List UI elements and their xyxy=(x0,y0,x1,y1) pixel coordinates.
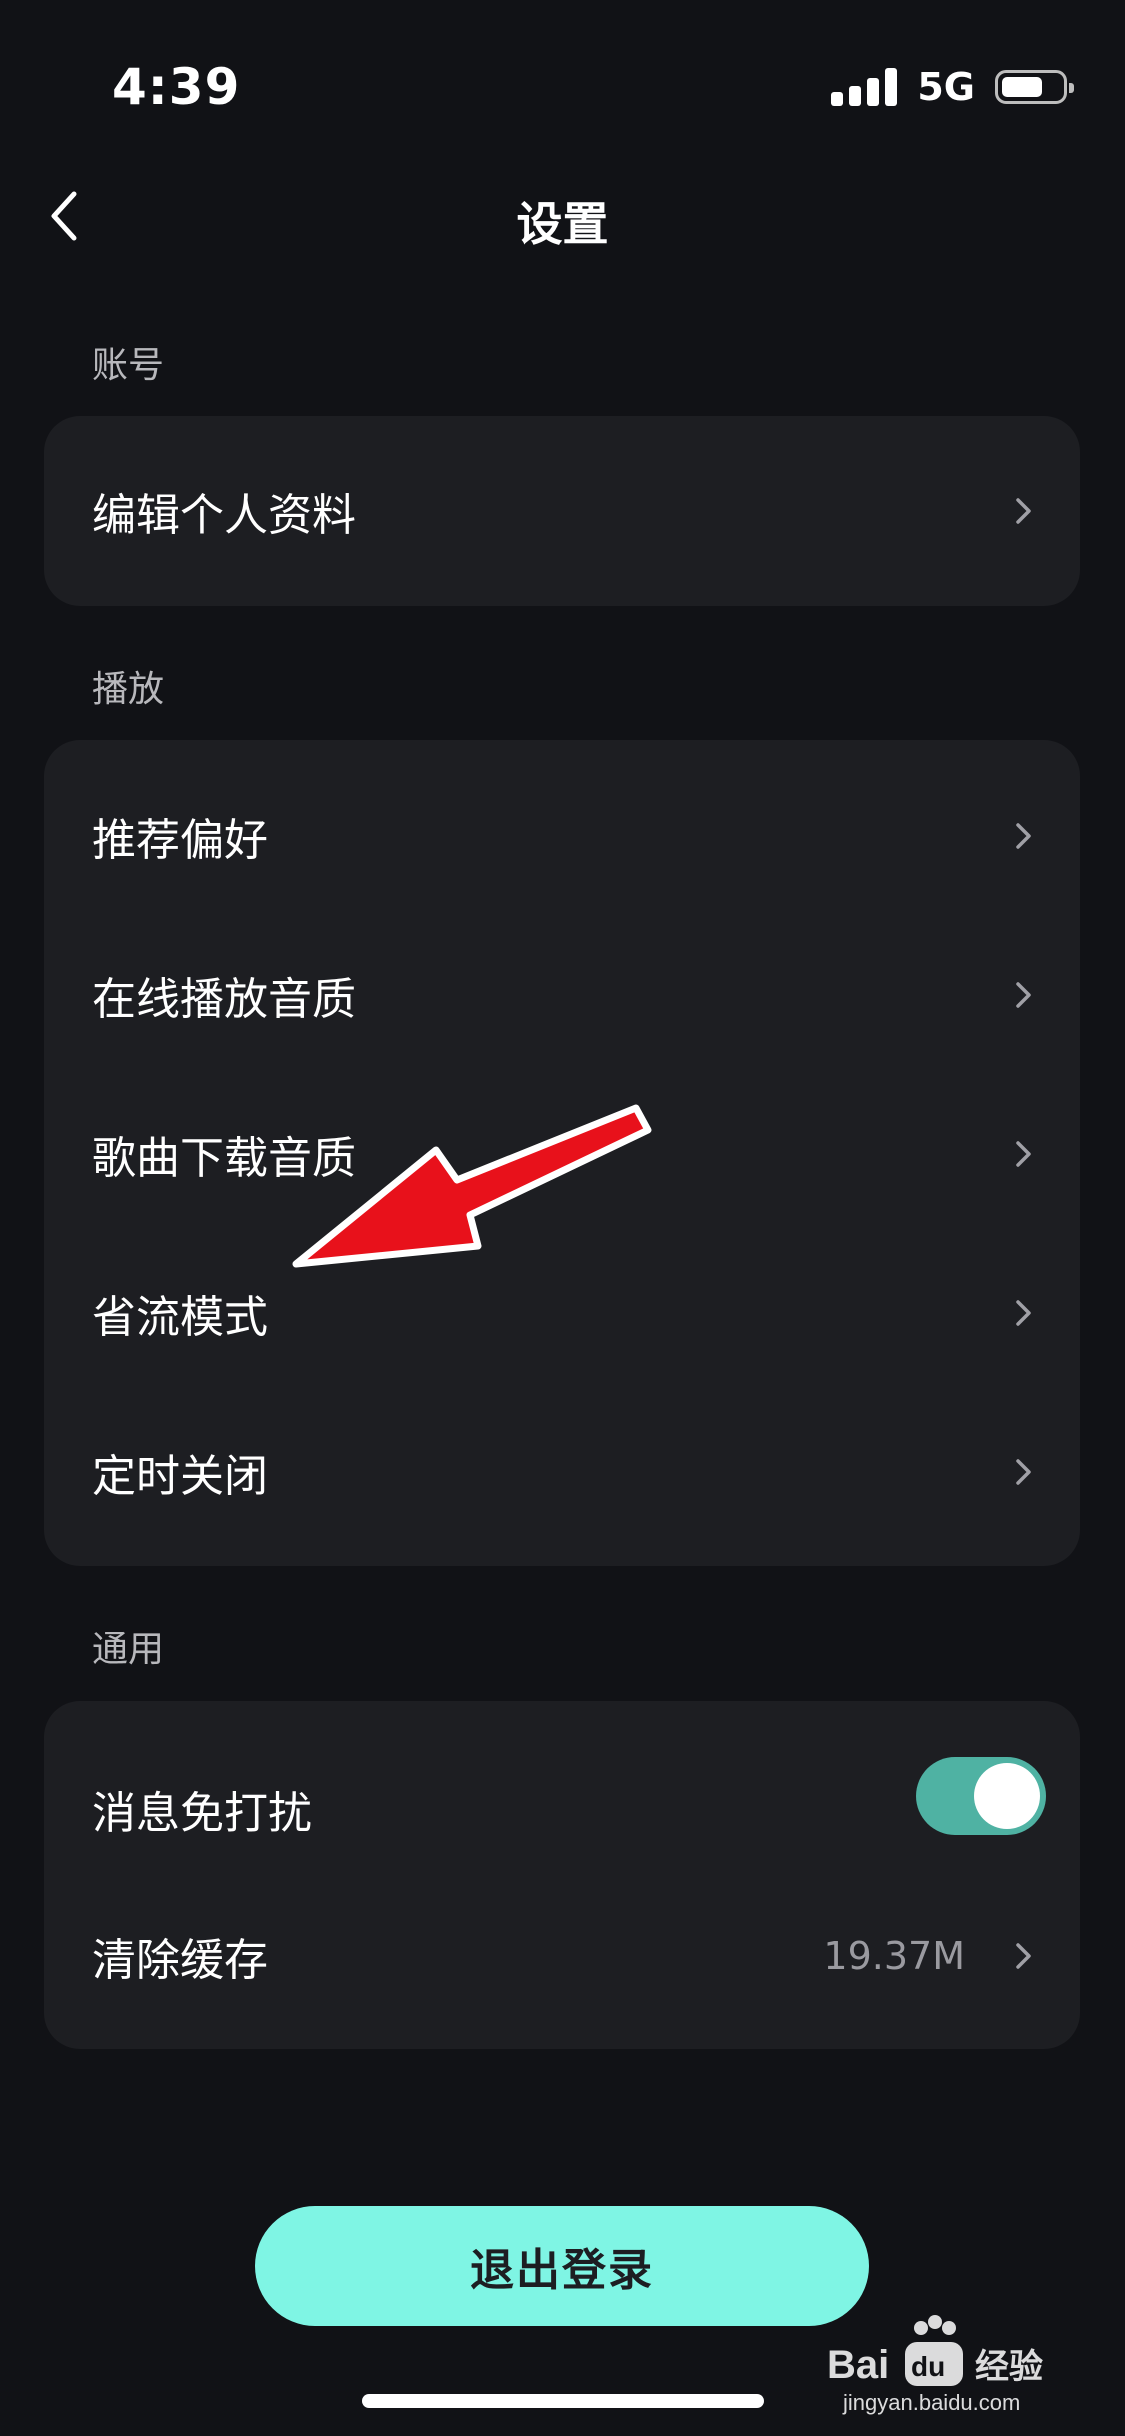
chevron-right-icon xyxy=(1016,498,1031,524)
battery-icon xyxy=(995,70,1074,104)
dnd-toggle[interactable] xyxy=(916,1757,1046,1835)
row-download-quality[interactable]: 歌曲下载音质 xyxy=(44,1075,1080,1233)
row-label: 推荐偏好 xyxy=(92,815,268,866)
page-title: 设置 xyxy=(516,197,609,251)
svg-text:jingyan.baidu.com: jingyan.baidu.com xyxy=(842,2390,1020,2415)
chevron-right-icon xyxy=(1016,1943,1031,1969)
network-type: 5G xyxy=(917,65,975,109)
svg-text:经验: 经验 xyxy=(975,2347,1043,2387)
row-label: 省流模式 xyxy=(92,1292,268,1343)
row-label: 定时关闭 xyxy=(92,1451,268,1502)
row-online-quality[interactable]: 在线播放音质 xyxy=(44,916,1080,1074)
row-label: 编辑个人资料 xyxy=(92,490,356,541)
svg-text:Bai: Bai xyxy=(827,2343,889,2387)
row-recommend-pref[interactable]: 推荐偏好 xyxy=(44,757,1080,915)
row-label: 歌曲下载音质 xyxy=(92,1133,356,1184)
status-time: 4:39 xyxy=(112,58,241,116)
section-title-general: 通用 xyxy=(92,1629,165,1670)
row-data-saver[interactable]: 省流模式 xyxy=(44,1234,1080,1392)
chevron-right-icon xyxy=(1016,982,1031,1008)
row-clear-cache[interactable]: 清除缓存 19.37M xyxy=(44,1877,1080,2035)
toggle-knob xyxy=(974,1763,1040,1829)
chevron-right-icon xyxy=(1016,1459,1031,1485)
cache-size: 19.37M xyxy=(823,1934,965,1978)
chevron-right-icon xyxy=(1016,823,1031,849)
general-card: 消息免打扰 清除缓存 19.37M xyxy=(44,1701,1080,2049)
row-label: 在线播放音质 xyxy=(92,974,356,1025)
svg-text:du: du xyxy=(911,2351,945,2382)
section-title-account: 账号 xyxy=(92,345,165,386)
logout-button[interactable]: 退出登录 xyxy=(255,2206,869,2326)
row-do-not-disturb: 消息免打扰 xyxy=(44,1717,1080,1897)
playback-card: 推荐偏好 在线播放音质 歌曲下载音质 省流模式 定时关闭 xyxy=(44,740,1080,1566)
home-indicator[interactable] xyxy=(362,2394,764,2408)
section-title-playback: 播放 xyxy=(92,669,165,710)
row-label: 清除缓存 xyxy=(92,1935,268,1986)
chevron-right-icon xyxy=(1016,1300,1031,1326)
chevron-right-icon xyxy=(1016,1141,1031,1167)
row-edit-profile[interactable]: 编辑个人资料 xyxy=(44,432,1080,590)
baidu-jingyan-watermark: Bai 经验 du jingyan.baidu.com xyxy=(825,2310,1065,2420)
status-indicators: 5G xyxy=(831,62,1074,112)
row-label: 消息免打扰 xyxy=(92,1788,312,1839)
signal-icon xyxy=(831,68,898,106)
row-sleep-timer[interactable]: 定时关闭 xyxy=(44,1393,1080,1551)
account-card: 编辑个人资料 xyxy=(44,416,1080,606)
